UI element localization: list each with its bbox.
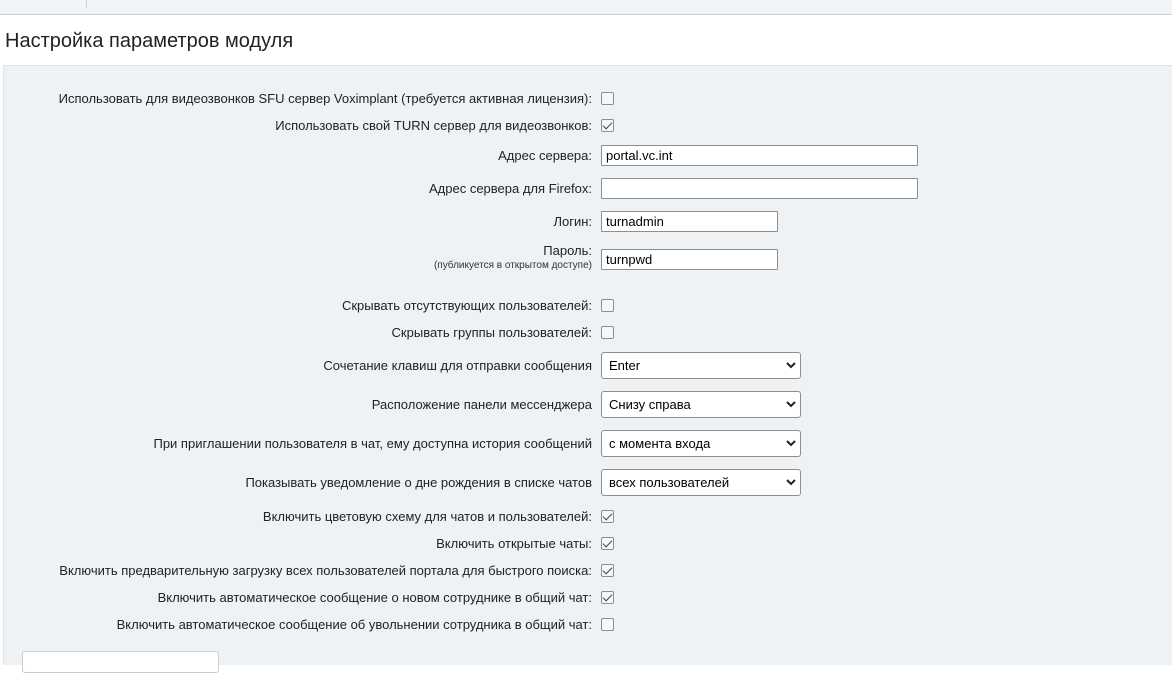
top-toolbar: [0, 0, 1172, 15]
tab-divider: [86, 0, 87, 8]
preload-users-checkbox[interactable]: [601, 564, 614, 577]
panel-position-label: Расположение панели мессенджера: [371, 397, 592, 412]
password-input[interactable]: turnpwd: [601, 249, 778, 270]
dismissal-msg-checkbox[interactable]: [601, 618, 614, 631]
new-employee-msg-checkbox[interactable]: [601, 591, 614, 604]
open-chats-label: Включить открытые чаты:: [436, 536, 592, 551]
hide-absent-label: Скрывать отсутствующих пользователей:: [341, 298, 592, 313]
chevron-down-icon: [786, 479, 796, 486]
send-hotkey-value: Enter: [609, 358, 641, 373]
new-employee-msg-label: Включить автоматическое сообщение о ново…: [157, 590, 592, 605]
hide-groups-label: Скрывать группы пользователей:: [391, 325, 592, 340]
login-label: Логин:: [553, 214, 592, 229]
password-sublabel: (публикуется в открытом доступе): [433, 260, 592, 271]
server-address-firefox-input[interactable]: [601, 178, 918, 199]
hide-groups-checkbox[interactable]: [601, 326, 614, 339]
birthday-notify-value: всех пользователей: [609, 475, 730, 490]
birthday-notify-label: Показывать уведомление о дне рождения в …: [245, 475, 592, 490]
preload-users-label: Включить предварительную загрузку всех п…: [59, 563, 592, 578]
page-title: Настройка параметров модуля: [5, 30, 294, 52]
invite-history-select[interactable]: с момента входа: [601, 430, 801, 457]
hide-absent-checkbox[interactable]: [601, 299, 614, 312]
login-input[interactable]: turnadmin: [601, 211, 778, 232]
bottom-button[interactable]: [22, 651, 219, 673]
birthday-notify-select[interactable]: всех пользователей: [601, 469, 801, 496]
color-scheme-checkbox[interactable]: [601, 510, 614, 523]
turn-checkbox[interactable]: [601, 119, 614, 132]
sfu-checkbox[interactable]: [601, 92, 614, 105]
password-label-group: Пароль: (публикуется в открытом доступе): [434, 244, 592, 273]
chevron-down-icon: [786, 440, 796, 447]
turn-label: Использовать свой TURN сервер для видеоз…: [275, 118, 592, 133]
server-address-label: Адрес сервера:: [498, 148, 592, 163]
server-address-input[interactable]: portal.vc.int: [601, 145, 918, 166]
server-address-firefox-label: Адрес сервера для Firefox:: [428, 181, 592, 196]
sfu-label: Использовать для видеозвонков SFU сервер…: [58, 91, 592, 106]
send-hotkey-select[interactable]: Enter: [601, 352, 801, 379]
color-scheme-label: Включить цветовую схему для чатов и поль…: [262, 509, 592, 524]
send-hotkey-label: Сочетание клавиш для отправки сообщения: [323, 358, 592, 373]
chevron-down-icon: [786, 401, 796, 408]
password-label: Пароль:: [543, 243, 592, 258]
chevron-down-icon: [786, 362, 796, 369]
open-chats-checkbox[interactable]: [601, 537, 614, 550]
panel-position-select[interactable]: Снизу справа: [601, 391, 801, 418]
panel-position-value: Снизу справа: [609, 397, 691, 412]
invite-history-value: с момента входа: [609, 436, 711, 451]
dismissal-msg-label: Включить автоматическое сообщение об уво…: [116, 617, 592, 632]
invite-history-label: При приглашении пользователя в чат, ему …: [153, 436, 592, 451]
